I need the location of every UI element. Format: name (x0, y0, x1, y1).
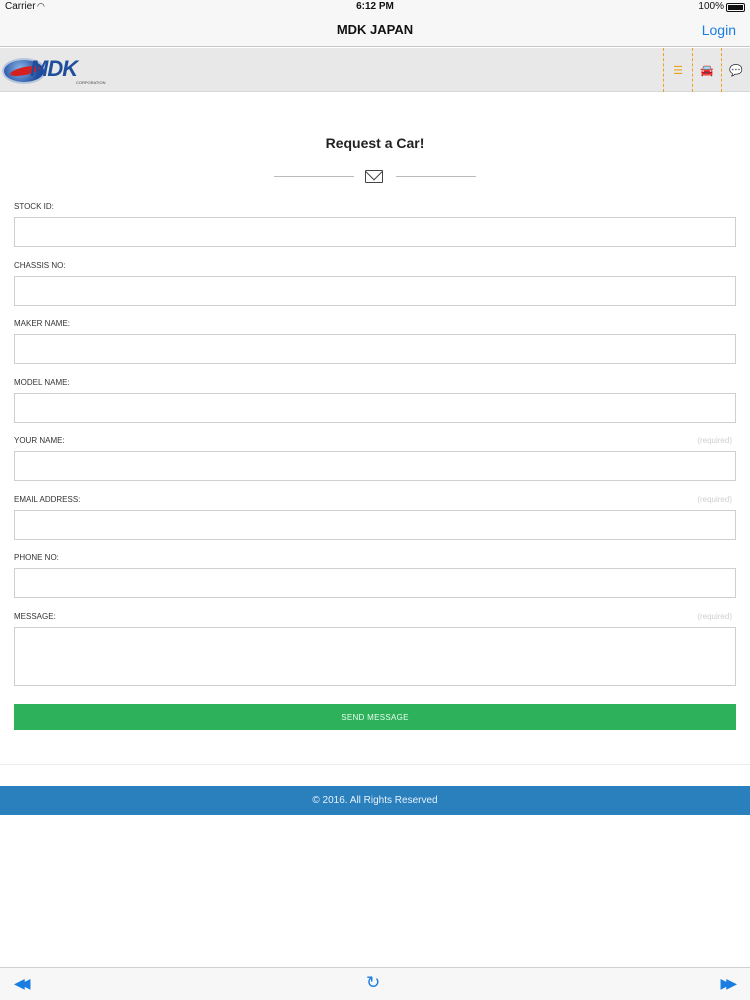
message-textarea[interactable] (14, 627, 736, 686)
clock: 6:12 PM (356, 1, 394, 12)
model-name-input[interactable] (14, 393, 736, 423)
email-address-label: EMAIL ADDRESS: (14, 495, 81, 504)
email-address-input[interactable] (14, 510, 736, 540)
car-icon[interactable]: 🚘 (692, 48, 721, 92)
copyright-text: © 2016. All Rights Reserved (312, 795, 438, 806)
maker-name-input[interactable] (14, 334, 736, 364)
model-name-label: MODEL NAME: (14, 378, 70, 387)
email-address-required-note: (required) (697, 495, 732, 504)
message-label: MESSAGE: (14, 612, 56, 621)
reload-icon[interactable]: ↻ (366, 973, 380, 993)
your-name-input[interactable] (14, 451, 736, 481)
navigation-bar: MDK JAPAN Login (0, 14, 750, 47)
stock-id-label: STOCK ID: (14, 202, 54, 211)
title-divider (274, 169, 476, 183)
logo-subtitle: CORPORATION (76, 80, 106, 85)
phone-no-input[interactable] (14, 568, 736, 598)
stock-id-input[interactable] (14, 217, 736, 247)
battery-percent: 100% (698, 1, 724, 12)
footer-separator (0, 764, 750, 765)
battery-icon (726, 3, 745, 12)
menu-icon[interactable]: ☰ (663, 48, 692, 92)
divider-line-left (274, 176, 354, 177)
phone-no-label: PHONE NO: (14, 553, 59, 562)
divider-line-right (396, 176, 476, 177)
your-name-label: YOUR NAME: (14, 436, 65, 445)
mdk-logo[interactable]: MDK CORPORATION (2, 54, 112, 86)
header-icon-group: ☰ 🚘 💬 (663, 48, 750, 92)
nav-title: MDK JAPAN (336, 22, 414, 37)
status-bar: Carrier ◠ 6:12 PM 100% (0, 0, 750, 14)
browser-toolbar: ◀◀ ↻ ▶▶ (0, 967, 750, 1000)
logo-text: MDK (30, 56, 78, 81)
send-message-button[interactable]: SEND MESSAGE (14, 704, 736, 730)
envelope-icon (365, 170, 383, 183)
message-required-note: (required) (697, 612, 732, 621)
footer-bar: © 2016. All Rights Reserved (0, 786, 750, 815)
back-icon[interactable]: ◀◀ (14, 975, 30, 992)
your-name-required-note: (required) (697, 436, 732, 445)
page-title: Request a Car! (325, 135, 425, 151)
chat-icon[interactable]: 💬 (721, 48, 750, 92)
login-button[interactable]: Login (702, 22, 736, 38)
maker-name-label: MAKER NAME: (14, 319, 71, 328)
forward-icon[interactable]: ▶▶ (720, 975, 736, 992)
chassis-no-input[interactable] (14, 276, 736, 306)
chassis-no-label: CHASSIS NO: (14, 261, 66, 270)
site-header: MDK CORPORATION ☰ 🚘 💬 (0, 48, 750, 92)
